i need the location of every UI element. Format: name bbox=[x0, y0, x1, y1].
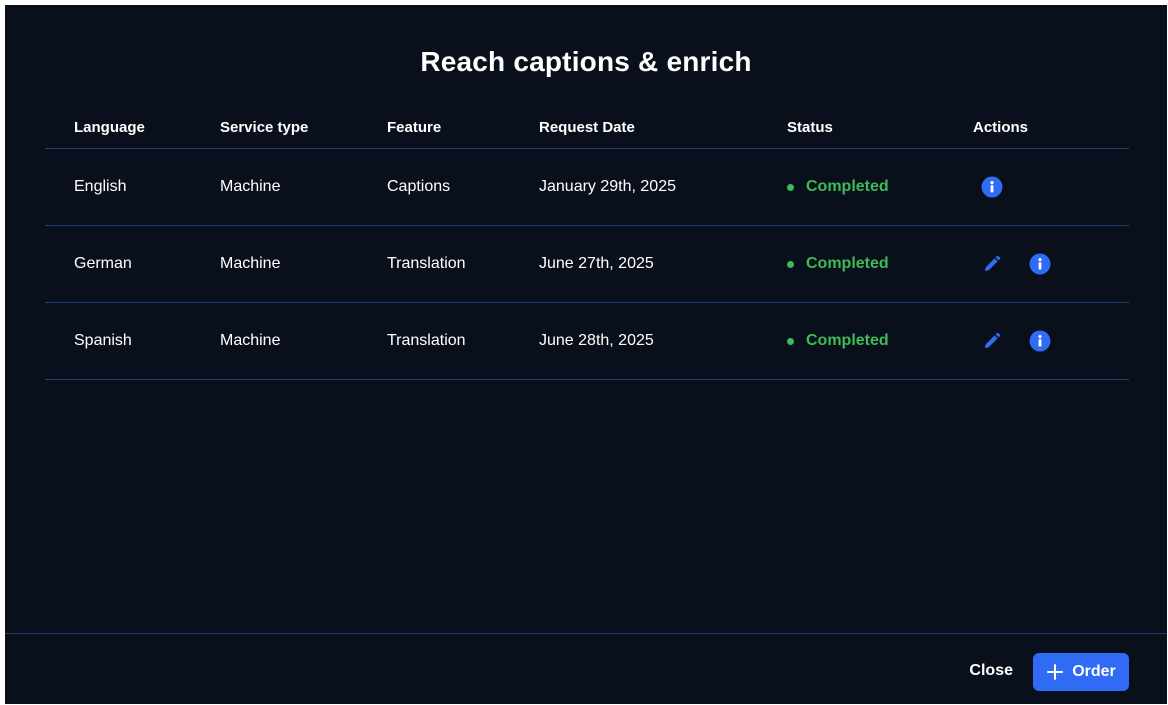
cell-actions bbox=[973, 226, 1051, 302]
table-row: Spanish Machine Translation June 28th, 2… bbox=[45, 303, 1129, 380]
requests-table: Language Service type Feature Request Da… bbox=[45, 105, 1129, 380]
plus-icon bbox=[1046, 663, 1064, 681]
table-row: English Machine Captions January 29th, 2… bbox=[45, 149, 1129, 226]
cell-status: Completed bbox=[787, 303, 889, 379]
cell-language: English bbox=[74, 178, 127, 195]
cell-service-type: Machine bbox=[220, 255, 281, 272]
status-label: Completed bbox=[806, 178, 889, 195]
cell-request-date: January 29th, 2025 bbox=[539, 178, 676, 195]
cell-service-type: Machine bbox=[220, 332, 281, 349]
header-actions: Actions bbox=[973, 119, 1029, 136]
cell-request-date: June 27th, 2025 bbox=[539, 255, 654, 272]
cell-status: Completed bbox=[787, 226, 889, 302]
status-label: Completed bbox=[806, 332, 889, 349]
cell-status: Completed bbox=[787, 149, 889, 225]
status-badge: Completed bbox=[787, 178, 889, 196]
status-dot-icon bbox=[787, 183, 794, 191]
order-button[interactable]: Order bbox=[1033, 653, 1129, 691]
cell-actions bbox=[973, 303, 1051, 379]
status-dot-icon bbox=[787, 260, 794, 268]
cell-feature: Translation bbox=[387, 255, 466, 272]
header-service-type: Service type bbox=[220, 119, 309, 136]
status-badge: Completed bbox=[787, 332, 889, 350]
info-icon[interactable] bbox=[1029, 253, 1051, 275]
reach-dialog: Reach captions & enrich Language Service… bbox=[5, 5, 1167, 704]
cell-actions bbox=[973, 149, 1003, 225]
order-button-label: Order bbox=[1072, 663, 1116, 680]
table-row: German Machine Translation June 27th, 20… bbox=[45, 226, 1129, 303]
header-language: Language bbox=[74, 119, 145, 136]
status-dot-icon bbox=[787, 337, 794, 345]
info-icon[interactable] bbox=[1029, 330, 1051, 352]
header-status: Status bbox=[787, 119, 833, 136]
cell-service-type: Machine bbox=[220, 178, 281, 195]
header-feature: Feature bbox=[387, 119, 442, 136]
pencil-icon[interactable] bbox=[981, 253, 1003, 275]
cell-request-date: June 28th, 2025 bbox=[539, 332, 654, 349]
dialog-footer: Close Order bbox=[5, 633, 1167, 705]
cell-feature: Translation bbox=[387, 332, 466, 349]
cell-language: Spanish bbox=[74, 332, 132, 349]
status-badge: Completed bbox=[787, 255, 889, 273]
cell-language: German bbox=[74, 255, 132, 272]
pencil-icon[interactable] bbox=[981, 330, 1003, 352]
info-icon[interactable] bbox=[981, 176, 1003, 198]
dialog-title: Reach captions & enrich bbox=[420, 46, 752, 77]
table-header-row: Language Service type Feature Request Da… bbox=[45, 105, 1129, 149]
cell-feature: Captions bbox=[387, 178, 451, 195]
status-label: Completed bbox=[806, 255, 889, 272]
header-request-date: Request Date bbox=[539, 119, 635, 136]
close-button[interactable]: Close bbox=[969, 662, 1013, 680]
